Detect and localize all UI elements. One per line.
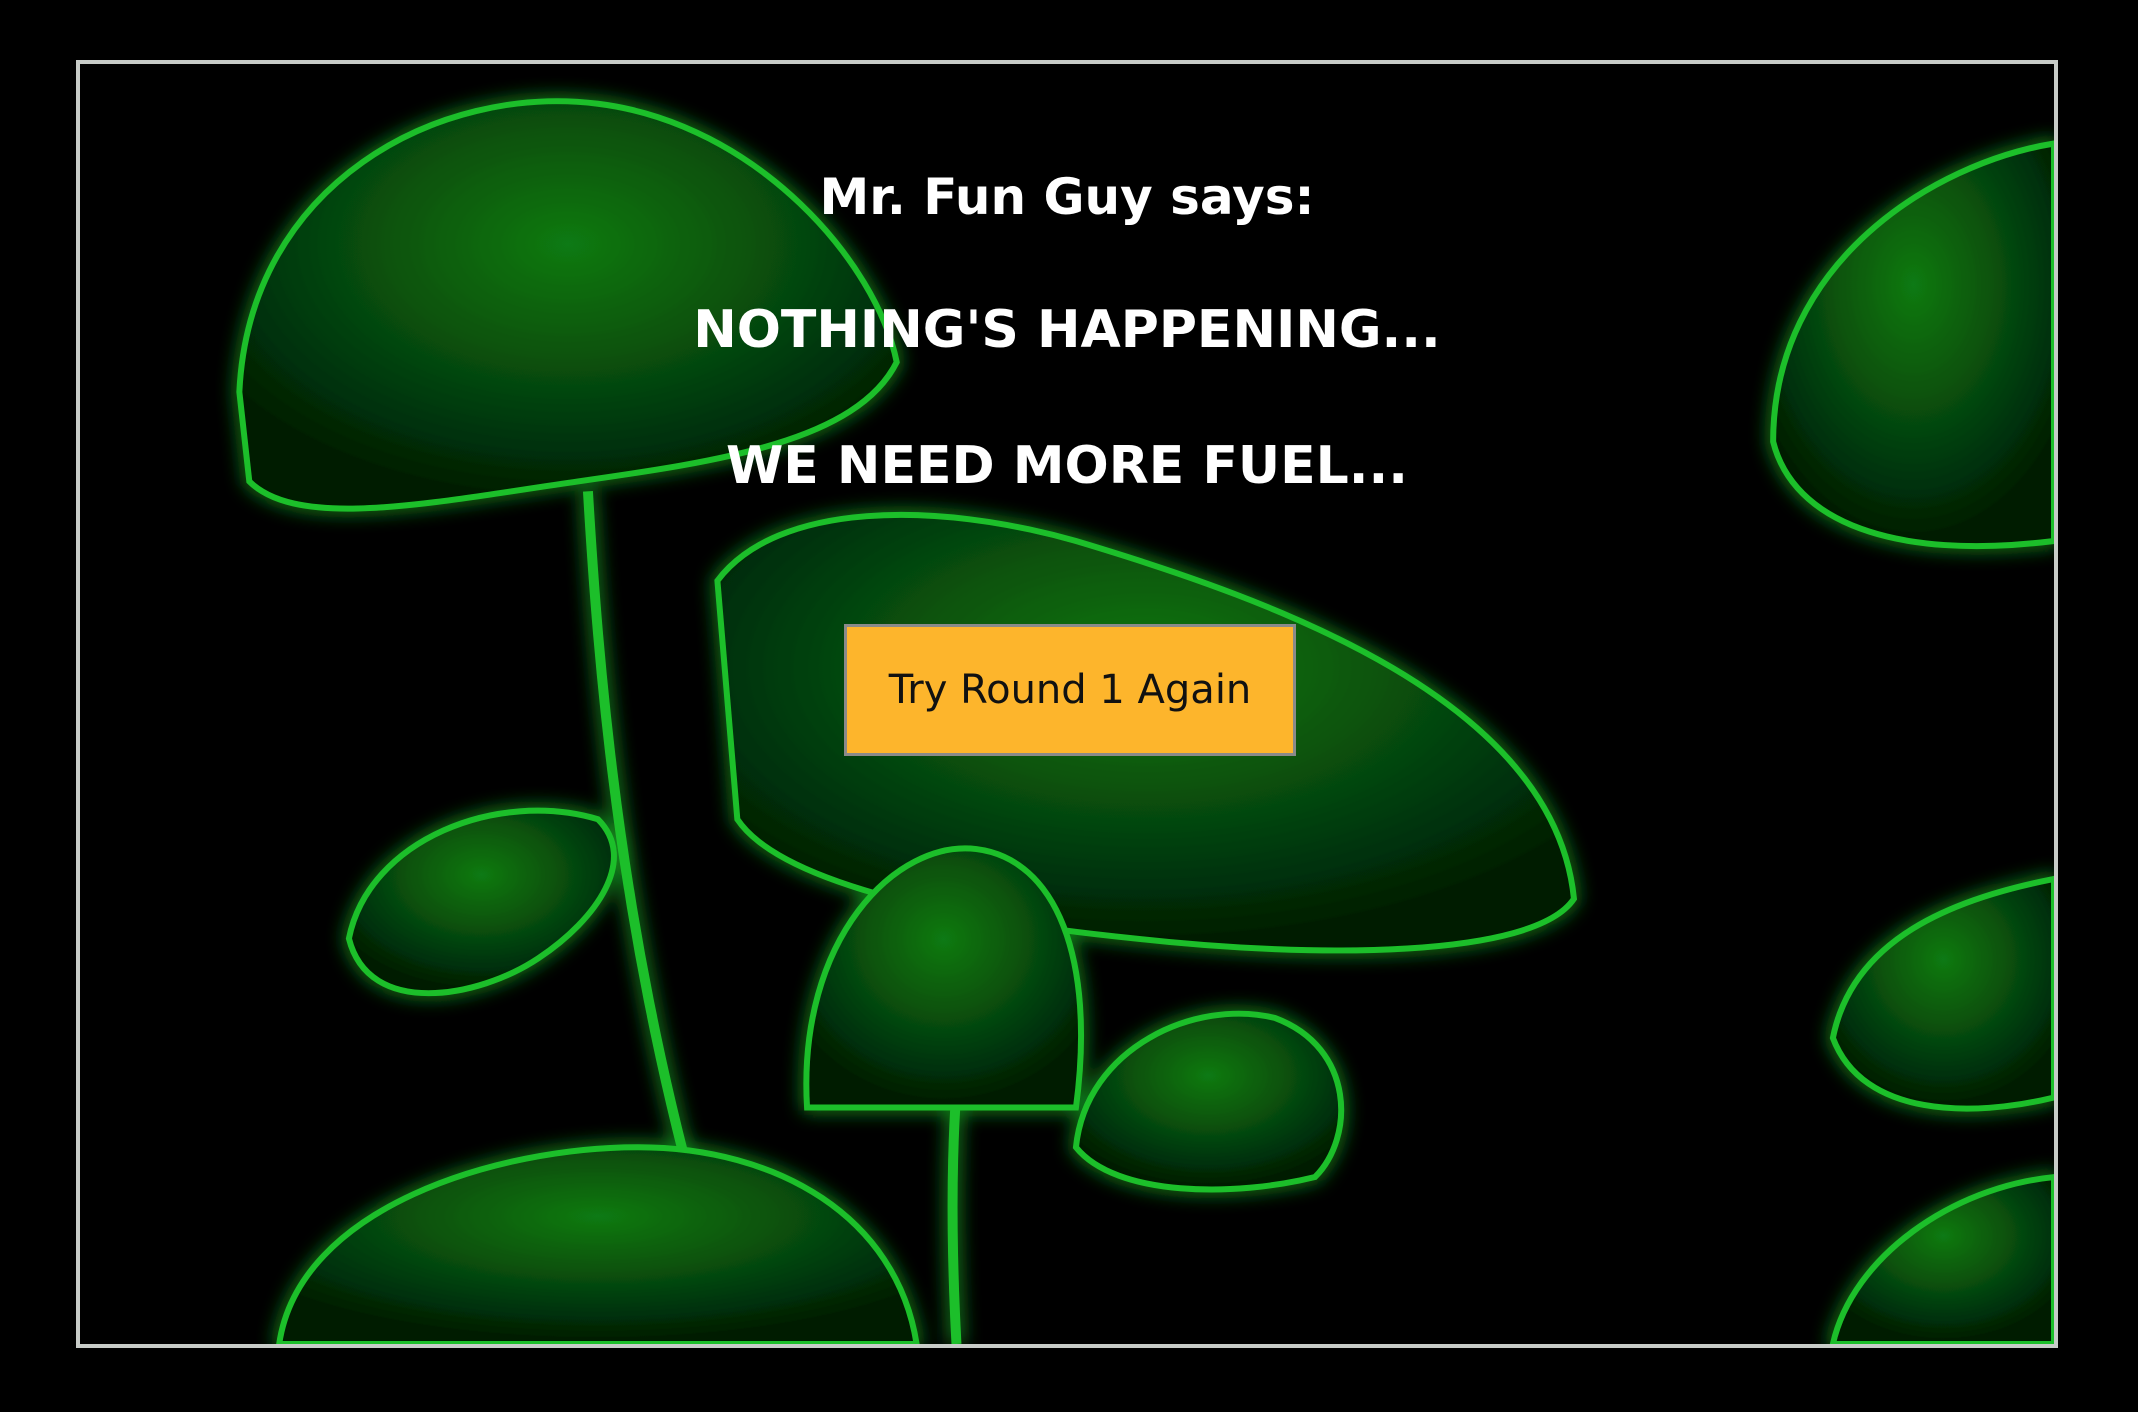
message-line-2: WE NEED MORE FUEL... — [725, 436, 1409, 496]
game-frame: Mr. Fun Guy says: NOTHING'S HAPPENING...… — [76, 60, 2058, 1348]
message-line-1: NOTHING'S HAPPENING... — [693, 300, 1441, 360]
try-round-again-button[interactable]: Try Round 1 Again — [844, 624, 1296, 756]
speaker-label: Mr. Fun Guy says: — [819, 168, 1315, 226]
